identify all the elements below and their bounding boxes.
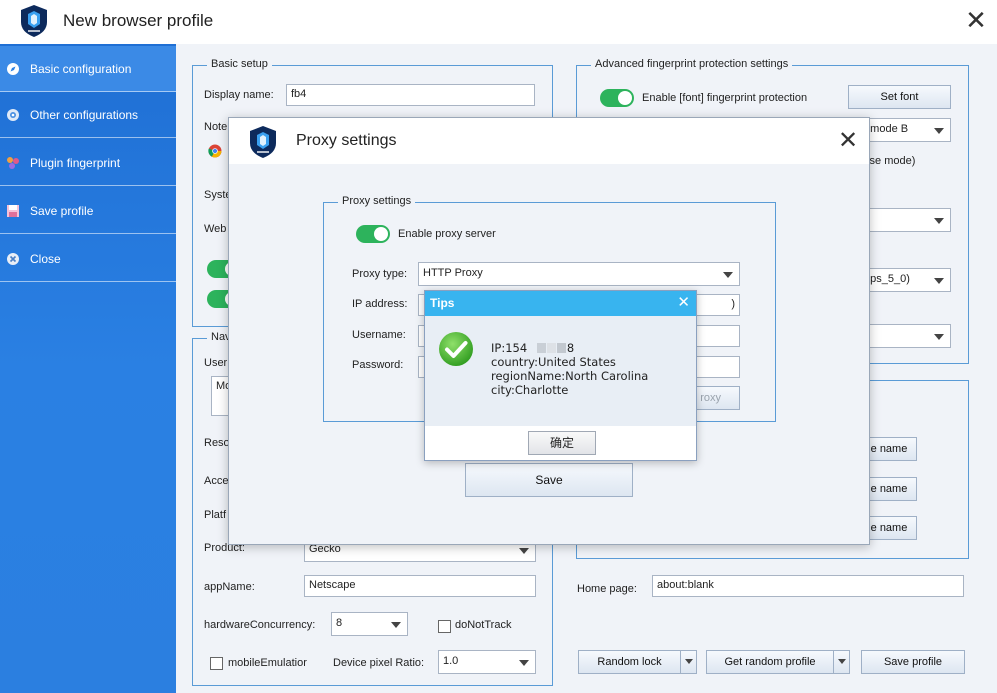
tips-title: Tips [430, 296, 455, 310]
tips-header: Tips ✕ [425, 291, 696, 316]
tips-region-line: regionName:North Carolina [491, 369, 649, 383]
pixel-ratio-select[interactable]: 1.0 [438, 650, 536, 674]
get-random-profile-label: Get random profile [724, 656, 816, 668]
enable-proxy-toggle[interactable] [356, 225, 390, 243]
pixel-ratio-label: Device pixel Ratio: [333, 657, 425, 669]
title-bar: New browser profile ✕ [0, 0, 997, 44]
sidebar-item-other-configurations[interactable]: Other configurations [0, 92, 176, 138]
display-name-input[interactable]: fb4 [286, 84, 535, 106]
user-agent-label: User [204, 357, 228, 369]
chevron-down-icon [723, 272, 733, 278]
webrtc-label: Web [204, 223, 227, 235]
pixel-ratio-value: 1.0 [443, 655, 459, 667]
save-icon [7, 205, 19, 217]
proxy-type-value: HTTP Proxy [423, 267, 483, 279]
get-random-profile-dropdown[interactable] [833, 651, 849, 673]
home-page-label: Home page: [577, 583, 637, 595]
puzzle-icon [7, 157, 19, 169]
sidebar-item-basic-configuration[interactable]: Basic configuration [0, 46, 176, 92]
sidebar-item-label: Plugin fingerprint [30, 155, 121, 170]
get-random-profile-button[interactable]: Get random profile [706, 650, 850, 674]
resolution-label: Reso [204, 437, 230, 449]
proxy-save-button[interactable]: Save [465, 463, 633, 497]
success-check-icon [439, 332, 473, 366]
tips-dialog: Tips ✕ IP:154 .98 country:United States … [424, 290, 697, 461]
save-profile-button[interactable]: Save profile [861, 650, 965, 674]
random-lock-dropdown[interactable] [680, 651, 696, 673]
platform-label: Platf [204, 509, 227, 521]
donottrack-label: doNotTrack [455, 619, 512, 631]
app-logo-icon [250, 126, 276, 158]
enable-proxy-label: Enable proxy server [398, 228, 496, 240]
ip-address-label: IP address: [352, 298, 408, 310]
tips-footer: 确定 [425, 426, 696, 460]
username-label: Username: [352, 329, 406, 341]
chevron-down-icon [934, 128, 944, 134]
random-lock-label: Random lock [597, 656, 662, 668]
accept-language-label: Acce [204, 475, 229, 487]
donottrack-checkbox[interactable] [438, 620, 451, 633]
tips-country-line: country:United States [491, 355, 616, 369]
display-name-label: Display name: [204, 89, 274, 101]
font-protection-label: Enable [font] fingerprint protection [642, 92, 808, 104]
chevron-down-icon [838, 659, 846, 664]
appname-label: appName: [204, 581, 255, 593]
appname-input[interactable]: Netscape [304, 575, 536, 597]
home-page-input[interactable]: about:blank [652, 575, 964, 597]
rename-button-1[interactable]: e name [862, 437, 917, 461]
note-label: Note [204, 121, 228, 133]
app-logo-icon [21, 5, 47, 37]
sidebar-item-save-profile[interactable]: Save profile [0, 188, 176, 234]
dialog-title: Proxy settings [296, 132, 397, 149]
hardware-concurrency-select[interactable]: 8 [331, 612, 408, 636]
tips-city-line: city:Charlotte [491, 383, 569, 397]
sidebar-item-label: Close [30, 251, 61, 266]
hardware-concurrency-label: hardwareConcurrency: [204, 619, 316, 631]
sidebar-item-close[interactable]: Close [0, 236, 176, 282]
window-close-button[interactable]: ✕ [961, 6, 991, 36]
chevron-down-icon [934, 218, 944, 224]
proxy-type-label: Proxy type: [352, 268, 408, 280]
sidebar-item-plugin-fingerprint[interactable]: Plugin fingerprint [0, 140, 176, 186]
advanced-select-2[interactable] [857, 208, 951, 232]
rename-button-2[interactable]: e name [862, 477, 917, 501]
sidebar: Basic configuration Other configurations… [0, 44, 176, 693]
chevron-down-icon [685, 659, 693, 664]
chrome-icon [208, 144, 222, 158]
mobile-emulation-label: mobileEmulatior [228, 657, 307, 669]
sidebar-item-label: Save profile [30, 203, 94, 218]
set-font-button[interactable]: Set font [848, 85, 951, 109]
sidebar-item-label: Other configurations [30, 107, 139, 122]
group-legend: Basic setup [207, 58, 272, 70]
dialog-close-button[interactable]: ✕ [834, 126, 862, 156]
group-legend: Advanced fingerprint protection settings [591, 58, 793, 70]
chevron-down-icon [391, 622, 401, 628]
close-circle-icon [7, 253, 19, 265]
gear-icon [7, 109, 19, 121]
chevron-down-icon [519, 548, 529, 554]
proxy-type-select[interactable]: HTTP Proxy [418, 262, 740, 286]
hardware-concurrency-value: 8 [336, 617, 343, 629]
chevron-down-icon [519, 660, 529, 666]
font-protection-toggle[interactable] [600, 89, 634, 107]
ok-button[interactable]: 确定 [528, 431, 596, 455]
dialog-header: Proxy settings ✕ [229, 118, 869, 164]
tips-close-button[interactable]: ✕ [677, 294, 690, 312]
chevron-down-icon [934, 278, 944, 284]
tips-body: IP:154 .98 country:United States regionN… [425, 316, 696, 426]
random-lock-button[interactable]: Random lock [578, 650, 697, 674]
mobile-emulation-checkbox[interactable] [210, 657, 223, 670]
compass-icon [7, 63, 19, 75]
password-label: Password: [352, 359, 404, 371]
rename-button-3[interactable]: e name [862, 516, 917, 540]
redaction-blur [537, 343, 566, 353]
chevron-down-icon [934, 334, 944, 340]
window-title: New browser profile [63, 11, 214, 30]
advanced-select-4[interactable] [857, 324, 951, 348]
fingerprint-mode-select[interactable]: e mode B [857, 118, 951, 142]
sidebar-item-label: Basic configuration [30, 61, 132, 76]
webgl-select[interactable]: 0 ps_5_0) [857, 268, 951, 292]
group-legend: Proxy settings [338, 195, 416, 207]
